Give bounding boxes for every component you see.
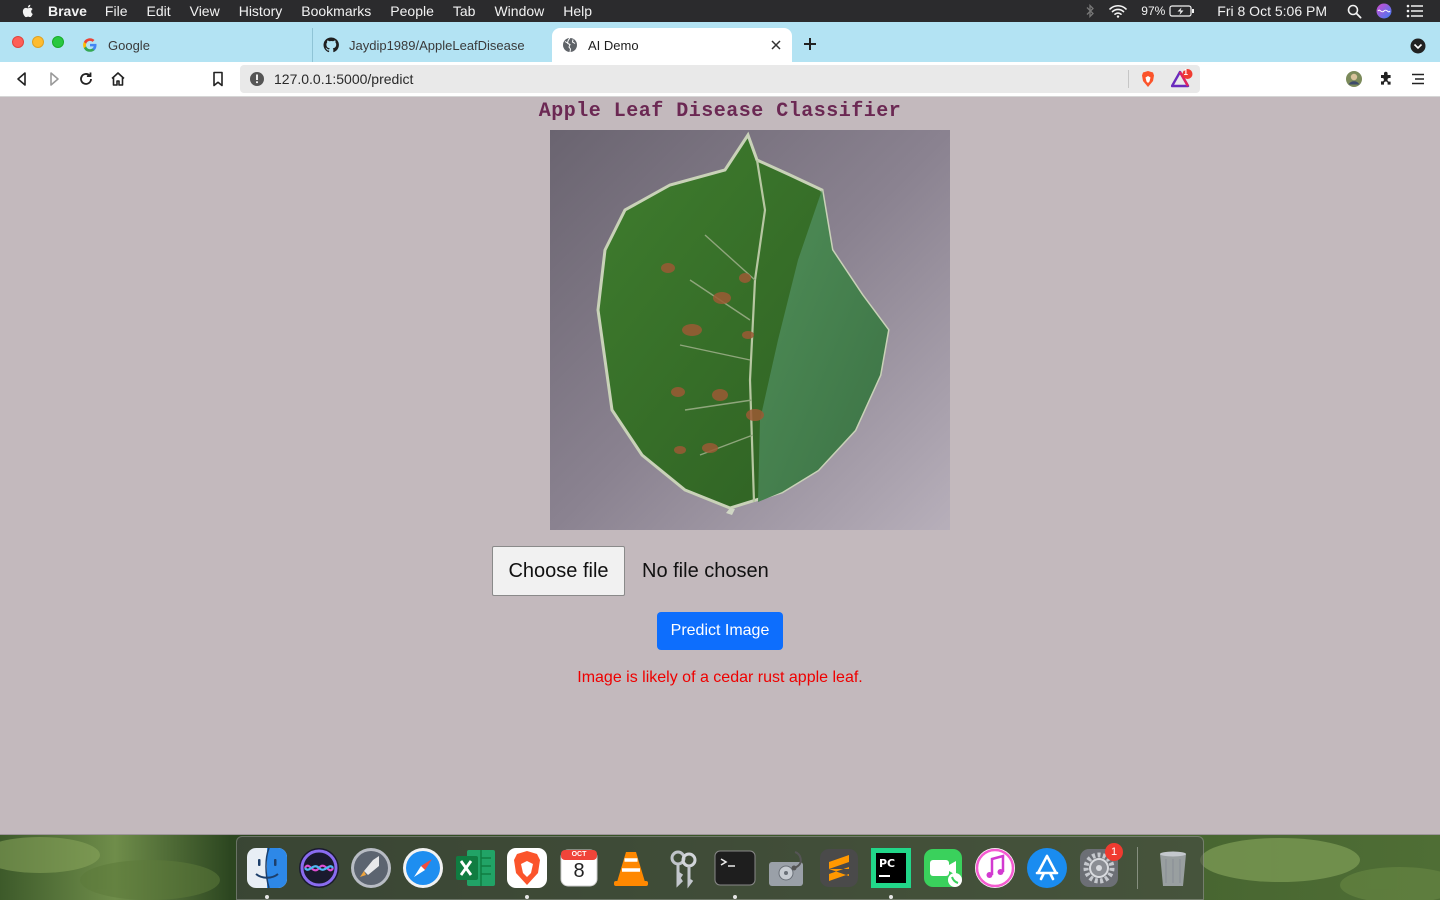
- menu-bar: Brave File Edit View History Bookmarks P…: [0, 0, 1440, 22]
- calendar-month: OCT: [571, 851, 587, 858]
- menu-window[interactable]: Window: [494, 0, 544, 22]
- close-window-button[interactable]: [12, 36, 24, 48]
- file-input: Choose file No file chosen: [492, 546, 769, 596]
- forward-icon[interactable]: [45, 70, 63, 88]
- finder-running-indicator: [265, 895, 269, 899]
- tab-github[interactable]: Jaydip1989/AppleLeafDisease: [312, 28, 552, 62]
- file-status-text: No file chosen: [642, 559, 769, 582]
- sublime-text-icon[interactable]: [817, 846, 861, 890]
- site-info-icon[interactable]: [249, 71, 265, 87]
- pycharm-running-indicator: [889, 895, 893, 899]
- wifi-icon[interactable]: [1109, 4, 1128, 18]
- zoom-window-button[interactable]: [52, 36, 64, 48]
- address-bar[interactable]: 127.0.0.1:5000/predict 1: [240, 65, 1200, 93]
- siri-icon[interactable]: [1376, 3, 1392, 19]
- tab-strip: Google Jaydip1989/AppleLeafDisease AI De…: [0, 22, 1440, 62]
- menu-people[interactable]: People: [390, 0, 434, 22]
- window-controls: [12, 36, 64, 48]
- safari-icon[interactable]: [401, 846, 445, 890]
- tab-title: Google: [108, 37, 150, 53]
- minimize-window-button[interactable]: [32, 36, 44, 48]
- globe-icon: [563, 37, 577, 53]
- prediction-result: Image is likely of a cedar rust apple le…: [577, 669, 863, 686]
- calendar-day: 8: [573, 860, 585, 882]
- main-menu-icon[interactable]: [1409, 70, 1427, 88]
- menu-tab[interactable]: Tab: [453, 0, 476, 22]
- notification-center-icon[interactable]: [1406, 4, 1424, 18]
- extensions-icon[interactable]: [1377, 70, 1395, 88]
- rewards-badge: 1: [1183, 68, 1188, 77]
- bluetooth-icon[interactable]: [1085, 4, 1095, 18]
- predict-image-button[interactable]: Predict Image: [657, 612, 783, 650]
- tab-title: Jaydip1989/AppleLeafDisease: [349, 37, 525, 53]
- google-icon: [83, 38, 97, 52]
- keychain-icon[interactable]: [661, 846, 705, 890]
- tab-ai-demo[interactable]: AI Demo: [552, 28, 792, 62]
- preferences-notification-badge: 1: [1105, 843, 1123, 861]
- battery-icon[interactable]: [1169, 4, 1195, 18]
- tab-list-dropdown-icon[interactable]: [1410, 38, 1426, 54]
- reload-icon[interactable]: [77, 70, 95, 88]
- battery-percentage: 97%: [1141, 4, 1166, 18]
- disk-utility-icon[interactable]: [765, 846, 809, 890]
- calendar-icon[interactable]: OCT 8: [557, 846, 601, 890]
- profile-avatar-icon[interactable]: [1345, 70, 1363, 88]
- dock: OCT 8 PC 1: [236, 836, 1204, 900]
- browser-toolbar: 127.0.0.1:5000/predict 1: [0, 62, 1440, 97]
- menu-app-name[interactable]: Brave: [48, 0, 87, 22]
- menu-view[interactable]: View: [190, 0, 220, 22]
- terminal-icon[interactable]: [713, 846, 757, 890]
- omnibox-divider: [1128, 70, 1129, 88]
- menu-file[interactable]: File: [105, 0, 128, 22]
- page-title: Apple Leaf Disease Classifier: [538, 100, 902, 123]
- dock-separator: [1137, 847, 1138, 889]
- home-icon[interactable]: [109, 70, 127, 88]
- menu-edit[interactable]: Edit: [146, 0, 170, 22]
- status-area: 97% Fri 8 Oct 5:06 PM: [1085, 0, 1424, 22]
- menu-help[interactable]: Help: [563, 0, 592, 22]
- trash-icon[interactable]: [1151, 846, 1195, 890]
- url-text[interactable]: 127.0.0.1:5000/predict: [274, 71, 413, 87]
- menu-history[interactable]: History: [239, 0, 283, 22]
- new-tab-icon[interactable]: [802, 36, 818, 52]
- leaf-preview-image: [550, 130, 950, 530]
- excel-icon[interactable]: [453, 846, 497, 890]
- close-tab-icon[interactable]: [768, 37, 784, 53]
- siri-icon[interactable]: [297, 846, 341, 890]
- menu-bookmarks[interactable]: Bookmarks: [301, 0, 371, 22]
- back-icon[interactable]: [13, 70, 31, 88]
- brave-shields-icon[interactable]: [1139, 70, 1157, 88]
- facetime-icon[interactable]: [921, 846, 965, 890]
- github-icon: [323, 37, 339, 53]
- tab-google[interactable]: Google: [72, 28, 312, 62]
- pycharm-icon[interactable]: PC: [869, 846, 913, 890]
- brave-rewards-icon[interactable]: [1171, 69, 1193, 89]
- itunes-icon[interactable]: [973, 846, 1017, 890]
- brave-icon[interactable]: [505, 846, 549, 890]
- vlc-icon[interactable]: [609, 846, 653, 890]
- finder-icon[interactable]: [245, 846, 289, 890]
- tab-title: AI Demo: [588, 37, 639, 53]
- page-content: Apple Leaf Disease Classifier Choose fil…: [0, 97, 1440, 835]
- bookmark-icon[interactable]: [209, 70, 227, 88]
- svg-text:PC: PC: [879, 857, 895, 870]
- clock[interactable]: Fri 8 Oct 5:06 PM: [1217, 3, 1327, 19]
- apple-menu-icon[interactable]: [20, 3, 36, 19]
- terminal-running-indicator: [733, 895, 737, 899]
- spotlight-search-icon[interactable]: [1347, 4, 1362, 19]
- launchpad-icon[interactable]: [349, 846, 393, 890]
- brave-running-indicator: [525, 895, 529, 899]
- app-store-icon[interactable]: [1025, 846, 1069, 890]
- choose-file-button[interactable]: Choose file: [492, 546, 625, 596]
